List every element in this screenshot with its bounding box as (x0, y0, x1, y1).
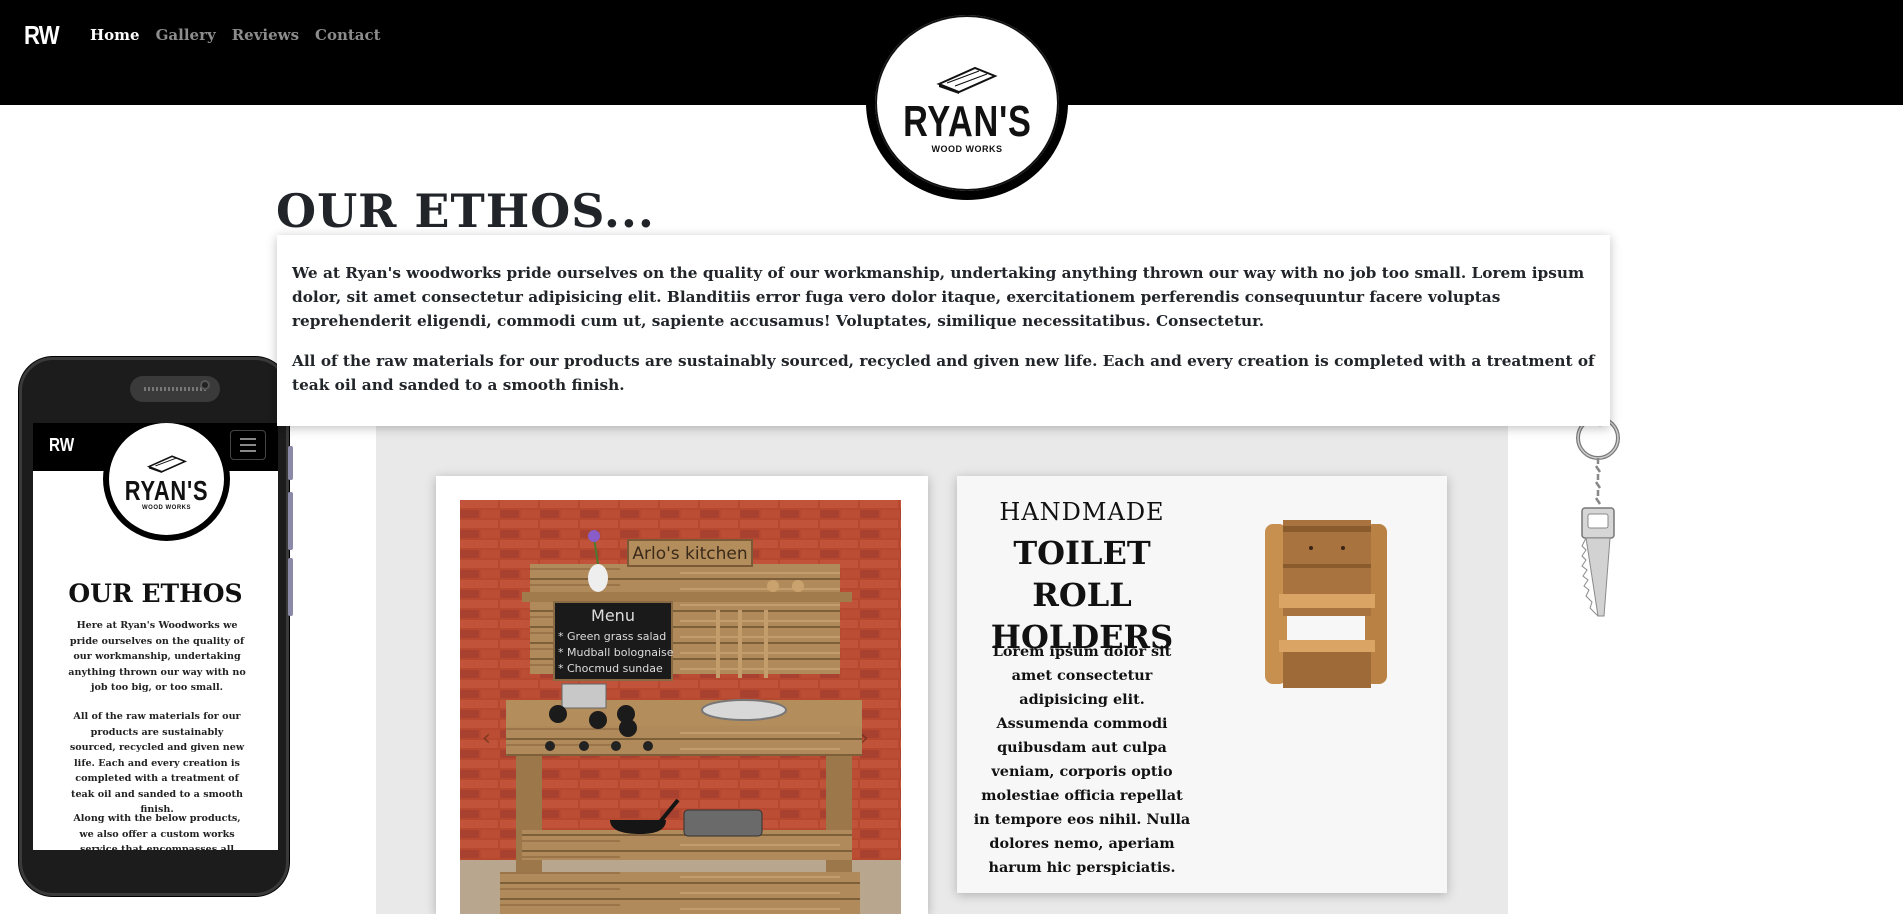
mobile-ethos-paragraph-3: Along with the below products, we also o… (73, 813, 241, 850)
saw-keychain-image (1576, 413, 1620, 617)
menu-title: Menu (591, 606, 635, 625)
menu-item-2: * Mudball bolognaise (558, 646, 674, 659)
phone-button (288, 558, 293, 616)
mobile-logo-name: RYAN'S (124, 475, 209, 506)
phone-button (288, 446, 293, 480)
nav-link-reviews[interactable]: Reviews (232, 26, 299, 44)
toilet-roll-kicker: HANDMADE (999, 498, 1165, 526)
site-logo[interactable]: RYAN'S WOOD WORKS (866, 6, 1068, 200)
phone-camera (200, 380, 210, 390)
nav-link-home[interactable]: Home (90, 26, 140, 44)
kitchen-sign: Arlo's kitchen (632, 544, 747, 564)
mud-kitchen-image: Arlo's kitchen Menu * Green grass salad … (460, 500, 901, 914)
wood-plank-icon (146, 455, 187, 473)
ethos-card: We at Ryan's woodworks pride ourselves o… (277, 235, 1610, 426)
phone-button (288, 492, 293, 550)
phone-mockup: RW RYAN'S WOOD WORKS OUR ETHOS Here at R… (19, 357, 293, 896)
carousel-prev-icon[interactable]: ‹ (482, 726, 502, 751)
ethos-title: OUR ETHOS... (276, 184, 655, 238)
navbar-brand[interactable]: RW (24, 20, 60, 51)
nav-link-contact[interactable]: Contact (315, 26, 381, 44)
toilet-roll-description: Lorem ipsum dolor sit amet consectetur a… (973, 643, 1191, 876)
mobile-ethos-paragraph-2: All of the raw materials for our product… (69, 711, 245, 815)
mobile-ethos-paragraph-1: Here at Ryan's Woodworks we pride oursel… (68, 620, 246, 693)
menu-item-1: * Green grass salad (558, 630, 666, 643)
mud-kitchen-card: Arlo's kitchen Menu * Green grass salad … (436, 476, 928, 914)
nav-links: Home Gallery Reviews Contact (90, 26, 381, 44)
hamburger-icon[interactable] (230, 430, 266, 460)
mobile-ethos-title: OUR ETHOS (68, 579, 243, 608)
mobile-logo[interactable]: RYAN'S WOOD WORKS (103, 423, 230, 541)
ethos-paragraph-2: All of the raw materials for our product… (292, 352, 1595, 394)
logo-name: RYAN'S (902, 97, 1032, 146)
carousel-next-icon[interactable]: › (860, 726, 880, 751)
mud-kitchen-illustration: Arlo's kitchen Menu * Green grass salad … (460, 500, 901, 914)
toilet-roll-holder-image (1265, 520, 1387, 688)
phone-screen: RW RYAN'S WOOD WORKS OUR ETHOS Here at R… (33, 423, 278, 850)
ethos-paragraph-1: We at Ryan's woodworks pride ourselves o… (292, 264, 1585, 330)
wood-plank-icon (936, 66, 998, 94)
mobile-brand[interactable]: RW (49, 435, 74, 456)
menu-item-3: * Chocmud sundae (558, 662, 663, 675)
nav-link-gallery[interactable]: Gallery (156, 26, 216, 44)
toilet-roll-card: HANDMADE TOILET ROLL HOLDERS Lorem ipsum… (957, 476, 1447, 893)
